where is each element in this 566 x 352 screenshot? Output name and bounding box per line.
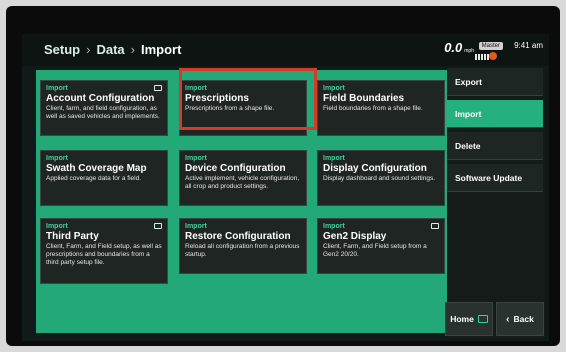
home-label: Home [450, 314, 474, 324]
tile-kicker: Import [46, 155, 68, 162]
tile-title: Third Party [46, 231, 99, 242]
tile-device-configuration[interactable]: Import Device Configuration Active imple… [179, 150, 307, 206]
sidebar-item-import[interactable]: Import [447, 100, 543, 128]
tile-title: Gen2 Display [323, 231, 387, 242]
back-label: Back [513, 314, 534, 324]
sidebar-item-software-update[interactable]: Software Update [447, 164, 543, 192]
display-icon [154, 85, 162, 91]
tile-kicker: Import [185, 223, 207, 230]
sidebar-item-export[interactable]: Export [447, 68, 543, 96]
master-switch-badge[interactable]: Master [478, 42, 503, 50]
display-icon [154, 223, 162, 229]
tile-kicker: Import [323, 223, 345, 230]
tile-display-configuration[interactable]: Import Display Configuration Display das… [317, 150, 445, 206]
tile-title: Restore Configuration [185, 231, 291, 242]
speed-readout: 0.0 mph [444, 40, 474, 55]
tile-title: Field Boundaries [323, 93, 405, 104]
tile-description: Applied coverage data for a field. [46, 175, 142, 182]
tile-description: Prescriptions from a shape file. [185, 105, 275, 112]
tile-kicker: Import [323, 85, 345, 92]
tile-kicker: Import [46, 85, 68, 92]
tile-prescriptions[interactable]: Import Prescriptions Prescriptions from … [179, 80, 307, 136]
tile-kicker: Import [185, 85, 207, 92]
top-bar: Setup › Data › Import 0.0 mph Master 9:41… [22, 34, 549, 66]
breadcrumb-separator: › [86, 42, 91, 57]
gps-status-icon[interactable] [489, 52, 497, 60]
tile-description: Client, farm, and field configuration, a… [46, 105, 160, 120]
tile-description: Display dashboard and sound settings. [323, 175, 436, 182]
clock: 9:41 am [514, 41, 543, 50]
tile-description: Client, Farm, and Field setup from a Gen… [323, 243, 427, 258]
tile-kicker: Import [185, 155, 207, 162]
tile-title: Prescriptions [185, 93, 249, 104]
tile-restore-configuration[interactable]: Import Restore Configuration Reload all … [179, 218, 307, 274]
tile-description: Reload all configuration from a previous… [185, 243, 300, 258]
breadcrumb-setup[interactable]: Setup [44, 42, 80, 57]
tile-kicker: Import [323, 155, 345, 162]
breadcrumb-separator: › [130, 42, 135, 57]
tile-third-party[interactable]: Import Third Party Client, Farm, and Fie… [40, 218, 168, 284]
home-icon [477, 315, 488, 323]
screen: Setup › Data › Import 0.0 mph Master 9:41… [22, 34, 549, 341]
tile-account-configuration[interactable]: Import Account Configuration Client, far… [40, 80, 168, 136]
tile-title: Account Configuration [46, 93, 155, 104]
tile-title: Device Configuration [185, 163, 286, 174]
back-button[interactable]: ‹ Back [496, 302, 544, 336]
tile-field-boundaries[interactable]: Import Field Boundaries Field boundaries… [317, 80, 445, 136]
tile-title: Swath Coverage Map [46, 163, 147, 174]
tile-gen2-display[interactable]: Import Gen2 Display Client, Farm, and Fi… [317, 218, 445, 274]
breadcrumb-data[interactable]: Data [96, 42, 124, 57]
tile-kicker: Import [46, 223, 68, 230]
tile-description: Active implement, vehicle configuration,… [185, 175, 300, 190]
sidebar-item-delete[interactable]: Delete [447, 132, 543, 160]
breadcrumb-import: Import [141, 42, 182, 57]
tile-description: Client, Farm, and Field setup, as well a… [46, 243, 162, 266]
breadcrumb: Setup › Data › Import [44, 42, 181, 57]
tile-swath-coverage-map[interactable]: Import Swath Coverage Map Applied covera… [40, 150, 168, 206]
home-button[interactable]: Home [445, 302, 493, 336]
import-panel: Import Account Configuration Client, far… [36, 70, 453, 333]
display-icon [431, 223, 439, 229]
tile-description: Field boundaries from a shape file. [323, 105, 423, 112]
speed-value: 0.0 [444, 40, 463, 55]
tile-title: Display Configuration [323, 163, 427, 174]
sidebar: Export Import Delete Software Update [447, 68, 545, 338]
chevron-left-icon: ‹ [506, 313, 510, 325]
speed-unit: mph [464, 48, 474, 54]
signal-bars-icon [475, 54, 489, 60]
